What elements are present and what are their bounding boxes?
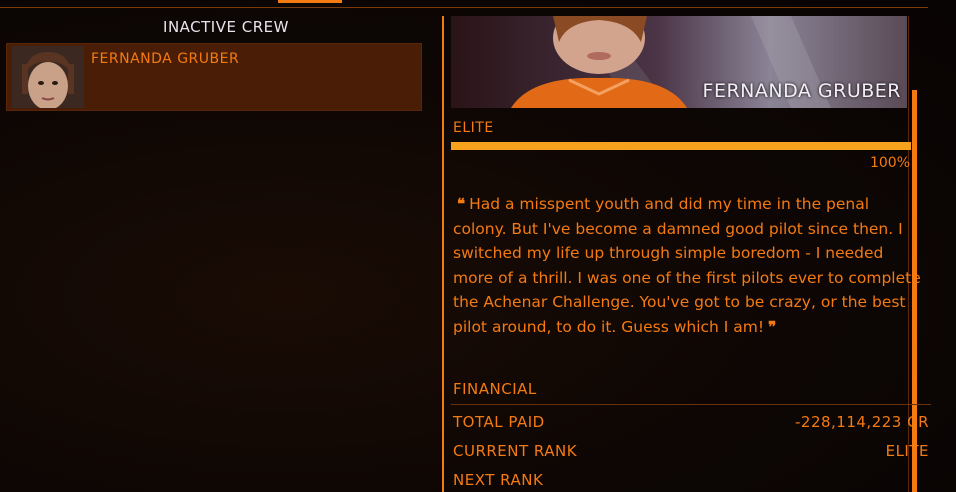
crew-portrait bbox=[12, 46, 84, 108]
rank-progress-bar bbox=[451, 142, 911, 150]
current-rank-label: CURRENT RANK bbox=[453, 442, 578, 460]
financial-header: FINANCIAL bbox=[453, 380, 537, 398]
financial-divider bbox=[451, 404, 931, 405]
crew-name: FERNANDA GRUBER bbox=[91, 51, 240, 67]
rank-progress-fill bbox=[451, 142, 911, 150]
current-rank-value: ELITE bbox=[885, 442, 929, 460]
total-paid-value: -228,114,223 CR bbox=[794, 413, 929, 431]
crew-quote-text: Had a misspent youth and did my time in … bbox=[453, 195, 921, 336]
crew-list-title: INACTIVE CREW bbox=[163, 18, 289, 36]
total-paid-label: TOTAL PAID bbox=[453, 413, 545, 431]
crew-detail-panel: FERNANDA GRUBER ELITE 100% ❝ Had a misspe… bbox=[444, 8, 934, 492]
crew-list-item[interactable]: FERNANDA GRUBER bbox=[6, 43, 422, 111]
rank-progress-text: 100% bbox=[869, 155, 910, 171]
next-rank-label: NEXT RANK bbox=[453, 471, 544, 489]
open-quote-icon: ❝ bbox=[457, 195, 466, 213]
crew-list-panel: INACTIVE CREW FERNANDA GRUBER bbox=[0, 8, 430, 492]
portrait-image bbox=[12, 46, 84, 108]
crew-quote: ❝ Had a misspent youth and did my time in… bbox=[453, 192, 923, 339]
combat-rank-label: ELITE bbox=[453, 120, 494, 136]
active-tab-indicator[interactable] bbox=[278, 0, 342, 3]
close-quote-icon: ❞ bbox=[768, 317, 777, 336]
crew-detail-name: FERNANDA GRUBER bbox=[702, 80, 901, 102]
crew-banner: FERNANDA GRUBER bbox=[451, 16, 907, 108]
